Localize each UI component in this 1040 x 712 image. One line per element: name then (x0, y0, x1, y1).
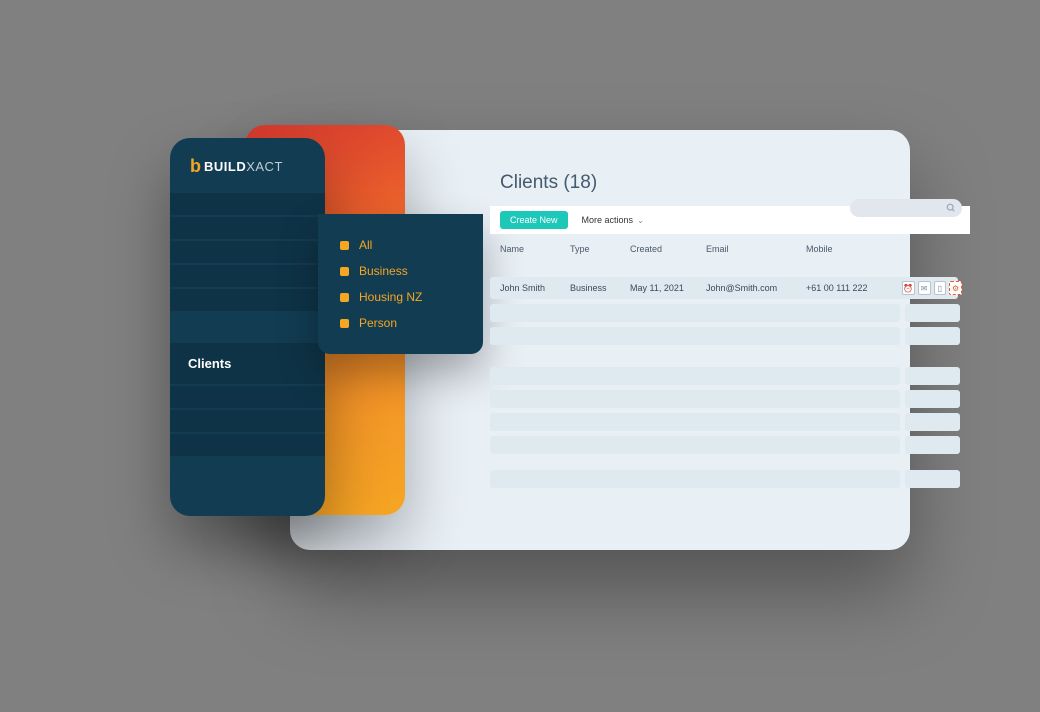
submenu-label: Business (359, 264, 408, 278)
cell-type: Business (570, 283, 630, 293)
folder-icon (340, 319, 349, 328)
row-actions-placeholder (905, 470, 960, 488)
column-header-created[interactable]: Created (630, 244, 706, 254)
table-row-empty (490, 413, 900, 431)
cell-name: John Smith (500, 283, 570, 293)
table-row-empty (490, 327, 900, 345)
sidebar-item-placeholder[interactable] (170, 241, 325, 263)
sidebar-item-clients[interactable]: Clients (170, 343, 325, 384)
sidebar-nav: Clients (170, 193, 325, 458)
submenu-label: Housing NZ (359, 290, 422, 304)
row-actions-placeholder (905, 327, 960, 345)
submenu-item-person[interactable]: Person (340, 310, 461, 336)
reminder-icon[interactable]: ⏰ (902, 281, 915, 295)
submenu-label: Person (359, 316, 397, 330)
mobile-icon[interactable]: ▯ (934, 281, 947, 295)
sidebar-item-placeholder[interactable] (170, 434, 325, 456)
submenu-item-business[interactable]: Business (340, 258, 461, 284)
sidebar-item-placeholder[interactable] (170, 265, 325, 287)
column-header-name[interactable]: Name (500, 244, 570, 254)
brand-name: BUILDXACT (204, 159, 283, 174)
sidebar-item-placeholder[interactable] (170, 386, 325, 408)
message-icon[interactable]: ✉ (918, 281, 931, 295)
table-row-empty (490, 367, 900, 385)
submenu-item-all[interactable]: All (340, 232, 461, 258)
cell-created: May 11, 2021 (630, 283, 706, 293)
chevron-down-icon: ⌄ (637, 216, 644, 225)
brand-logo: b BUILDXACT (170, 138, 325, 193)
row-actions: ⏰ ✉ ▯ ⚙ (902, 277, 962, 299)
brand-icon: b (190, 156, 201, 177)
row-actions-placeholder (905, 413, 960, 431)
table-header: Name Type Created Email Mobile (490, 238, 958, 260)
submenu-label: All (359, 238, 372, 252)
more-actions-dropdown[interactable]: More actions ⌄ (582, 215, 644, 225)
sidebar-item-placeholder[interactable] (170, 289, 325, 311)
table-row-empty (490, 470, 900, 488)
search-icon (946, 203, 956, 213)
folder-icon (340, 293, 349, 302)
cell-mobile: +61 00 111 222 (806, 283, 896, 293)
sidebar-item-placeholder[interactable] (170, 217, 325, 239)
create-new-button[interactable]: Create New (500, 211, 568, 229)
row-actions-placeholder (905, 436, 960, 454)
column-header-type[interactable]: Type (570, 244, 630, 254)
table-row-empty (490, 436, 900, 454)
row-actions-placeholder (905, 304, 960, 322)
column-header-mobile[interactable]: Mobile (806, 244, 896, 254)
sidebar-item-placeholder[interactable] (170, 410, 325, 432)
column-header-email[interactable]: Email (706, 244, 806, 254)
settings-icon[interactable]: ⚙ (949, 281, 962, 295)
table-row-empty (490, 304, 900, 322)
submenu-item-housing-nz[interactable]: Housing NZ (340, 284, 461, 310)
table-row-empty (490, 390, 900, 408)
more-actions-label: More actions (582, 215, 634, 225)
folder-icon (340, 267, 349, 276)
sidebar-item-placeholder[interactable] (170, 193, 325, 215)
row-actions-placeholder (905, 390, 960, 408)
row-actions-placeholder (905, 367, 960, 385)
cell-email: John@Smith.com (706, 283, 806, 293)
folder-icon (340, 241, 349, 250)
clients-submenu: All Business Housing NZ Person (318, 214, 483, 354)
search-input[interactable] (850, 199, 962, 217)
sidebar: b BUILDXACT Clients (170, 138, 325, 516)
table-row[interactable]: John Smith Business May 11, 2021 John@Sm… (490, 277, 958, 299)
page-title: Clients (18) (500, 172, 597, 194)
